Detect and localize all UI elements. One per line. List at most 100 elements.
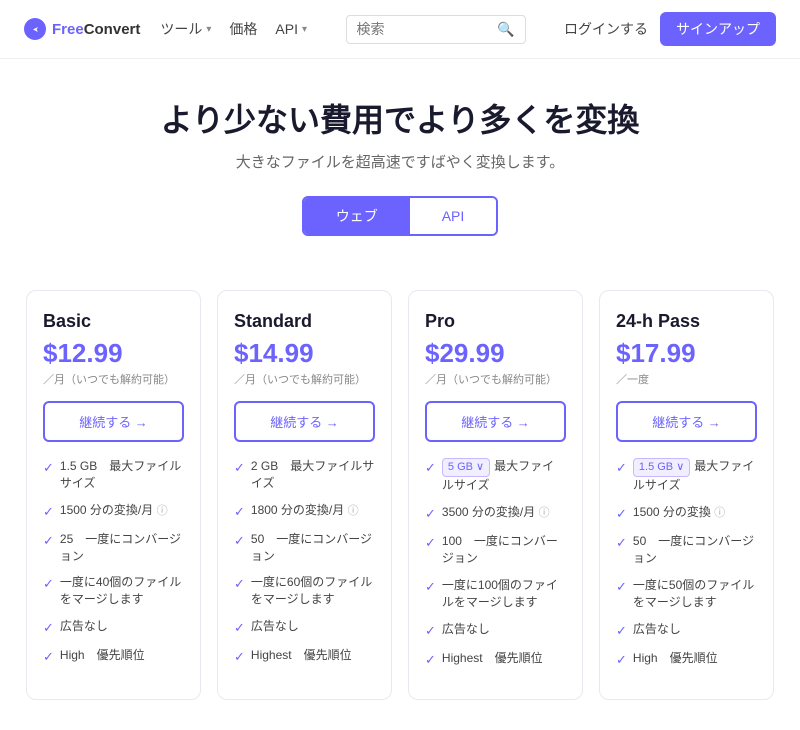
- feature-item: ✓ 一度に60個のファイルをマージします: [234, 574, 375, 608]
- info-icon[interactable]: ⓘ: [714, 507, 725, 519]
- check-icon: ✓: [234, 459, 245, 477]
- check-icon: ✓: [616, 622, 627, 640]
- feature-item: ✓ 広告なし: [43, 618, 184, 637]
- check-icon: ✓: [425, 578, 436, 596]
- chevron-down-icon: ▾: [206, 24, 211, 35]
- search-input[interactable]: [357, 21, 492, 37]
- pricing-grid: Basic $12.99 ／月（いつでも解約可能） 継続する → ✓ 1.5 G…: [10, 290, 790, 730]
- feature-item: ✓ Highest 優先順位: [425, 650, 566, 669]
- check-icon: ✓: [616, 459, 627, 477]
- feature-item: ✓ 一度に50個のファイルをマージします: [616, 577, 757, 611]
- logo-text: FreeConvert: [52, 21, 140, 38]
- feature-text: 1800 分の変換/月 ⓘ: [251, 502, 375, 519]
- plan-card: Pro $29.99 ／月（いつでも解約可能） 継続する → ✓ 5 GB ∨最…: [408, 290, 583, 700]
- check-icon: ✓: [43, 459, 54, 477]
- feature-item: ✓ 5 GB ∨最大ファイルサイズ: [425, 458, 566, 494]
- plan-price: $29.99: [425, 338, 566, 369]
- plan-name: Basic: [43, 311, 184, 332]
- header-left: FreeConvert ツール ▾ 価格 API ▾: [24, 18, 307, 40]
- feature-text: High 優先順位: [60, 647, 184, 664]
- plan-price: $17.99: [616, 338, 757, 369]
- feature-item: ✓ Highest 優先順位: [234, 647, 375, 666]
- check-icon: ✓: [43, 532, 54, 550]
- tab-web[interactable]: ウェブ: [304, 198, 410, 234]
- view-toggle: ウェブ API: [302, 196, 499, 236]
- feature-text: 5 GB ∨最大ファイルサイズ: [442, 458, 566, 494]
- check-icon: ✓: [234, 503, 245, 521]
- feature-text: 一度に100個のファイルをマージします: [442, 577, 566, 611]
- feature-item: ✓ 広告なし: [425, 621, 566, 640]
- check-icon: ✓: [43, 575, 54, 593]
- chevron-down-icon: ▾: [302, 24, 307, 35]
- feature-item: ✓ High 優先順位: [43, 647, 184, 666]
- feature-text: 1500 分の変換 ⓘ: [633, 504, 757, 521]
- tab-api[interactable]: API: [410, 198, 497, 234]
- feature-badge[interactable]: 5 GB ∨: [442, 458, 490, 477]
- check-icon: ✓: [234, 532, 245, 550]
- plan-period: ／月（いつでも解約可能）: [234, 371, 375, 387]
- feature-item: ✓ High 優先順位: [616, 650, 757, 669]
- feature-item: ✓ 50 一度にコンバージョン: [616, 533, 757, 567]
- feature-text: 1500 分の変換/月 ⓘ: [60, 502, 184, 519]
- feature-item: ✓ 50 一度にコンバージョン: [234, 531, 375, 565]
- plan-card: Standard $14.99 ／月（いつでも解約可能） 継続する → ✓ 2 …: [217, 290, 392, 700]
- feature-text: 広告なし: [442, 621, 566, 638]
- plan-price: $14.99: [234, 338, 375, 369]
- feature-item: ✓ 広告なし: [234, 618, 375, 637]
- search-box[interactable]: 🔍: [346, 15, 526, 44]
- main-nav: ツール ▾ 価格 API ▾: [160, 19, 307, 39]
- feature-text: High 優先順位: [633, 650, 757, 667]
- login-button[interactable]: ログインする: [564, 19, 648, 39]
- search-icon: 🔍: [497, 21, 514, 38]
- check-icon: ✓: [425, 534, 436, 552]
- plan-period: ／月（いつでも解約可能）: [43, 371, 184, 387]
- check-icon: ✓: [425, 505, 436, 523]
- feature-text: 一度に60個のファイルをマージします: [251, 574, 375, 608]
- check-icon: ✓: [234, 648, 245, 666]
- check-icon: ✓: [425, 622, 436, 640]
- continue-button[interactable]: 継続する →: [616, 401, 757, 442]
- feature-badge[interactable]: 1.5 GB ∨: [633, 458, 690, 477]
- signup-button[interactable]: サインアップ: [660, 12, 776, 46]
- nav-tools[interactable]: ツール ▾: [160, 19, 211, 39]
- nav-pricing[interactable]: 価格: [229, 19, 257, 39]
- feature-text: 25 一度にコンバージョン: [60, 531, 184, 565]
- feature-text: 2 GB 最大ファイルサイズ: [251, 458, 375, 492]
- info-icon[interactable]: ⓘ: [348, 505, 359, 517]
- info-icon[interactable]: ⓘ: [539, 507, 550, 519]
- feature-item: ✓ 1500 分の変換 ⓘ: [616, 504, 757, 523]
- feature-item: ✓ 1.5 GB 最大ファイルサイズ: [43, 458, 184, 492]
- check-icon: ✓: [616, 578, 627, 596]
- feature-item: ✓ 25 一度にコンバージョン: [43, 531, 184, 565]
- plan-name: Standard: [234, 311, 375, 332]
- feature-text: 一度に40個のファイルをマージします: [60, 574, 184, 608]
- plan-card: 24-h Pass $17.99 ／一度 継続する → ✓ 1.5 GB ∨最大…: [599, 290, 774, 700]
- plan-period: ／月（いつでも解約可能）: [425, 371, 566, 387]
- check-icon: ✓: [425, 651, 436, 669]
- plan-period: ／一度: [616, 371, 757, 387]
- hero-subtitle: 大きなファイルを超高速ですばやく変換します。: [20, 151, 780, 172]
- header-right: ログインする サインアップ: [564, 12, 776, 46]
- feature-text: 一度に50個のファイルをマージします: [633, 577, 757, 611]
- feature-text: 広告なし: [633, 621, 757, 638]
- feature-item: ✓ 3500 分の変換/月 ⓘ: [425, 504, 566, 523]
- plan-name: Pro: [425, 311, 566, 332]
- continue-button[interactable]: 継続する →: [425, 401, 566, 442]
- feature-item: ✓ 1500 分の変換/月 ⓘ: [43, 502, 184, 521]
- feature-text: 100 一度にコンバージョン: [442, 533, 566, 567]
- feature-text: Highest 優先順位: [442, 650, 566, 667]
- nav-api[interactable]: API ▾: [275, 21, 307, 37]
- header: FreeConvert ツール ▾ 価格 API ▾ 🔍 ログインする サインア…: [0, 0, 800, 59]
- feature-item: ✓ 一度に100個のファイルをマージします: [425, 577, 566, 611]
- feature-item: ✓ 1.5 GB ∨最大ファイルサイズ: [616, 458, 757, 494]
- info-icon[interactable]: ⓘ: [157, 505, 168, 517]
- check-icon: ✓: [616, 534, 627, 552]
- continue-button[interactable]: 継続する →: [234, 401, 375, 442]
- logo-icon: [24, 18, 46, 40]
- check-icon: ✓: [234, 575, 245, 593]
- feature-item: ✓ 100 一度にコンバージョン: [425, 533, 566, 567]
- continue-button[interactable]: 継続する →: [43, 401, 184, 442]
- logo[interactable]: FreeConvert: [24, 18, 140, 40]
- header-center: 🔍: [346, 15, 526, 44]
- feature-item: ✓ 広告なし: [616, 621, 757, 640]
